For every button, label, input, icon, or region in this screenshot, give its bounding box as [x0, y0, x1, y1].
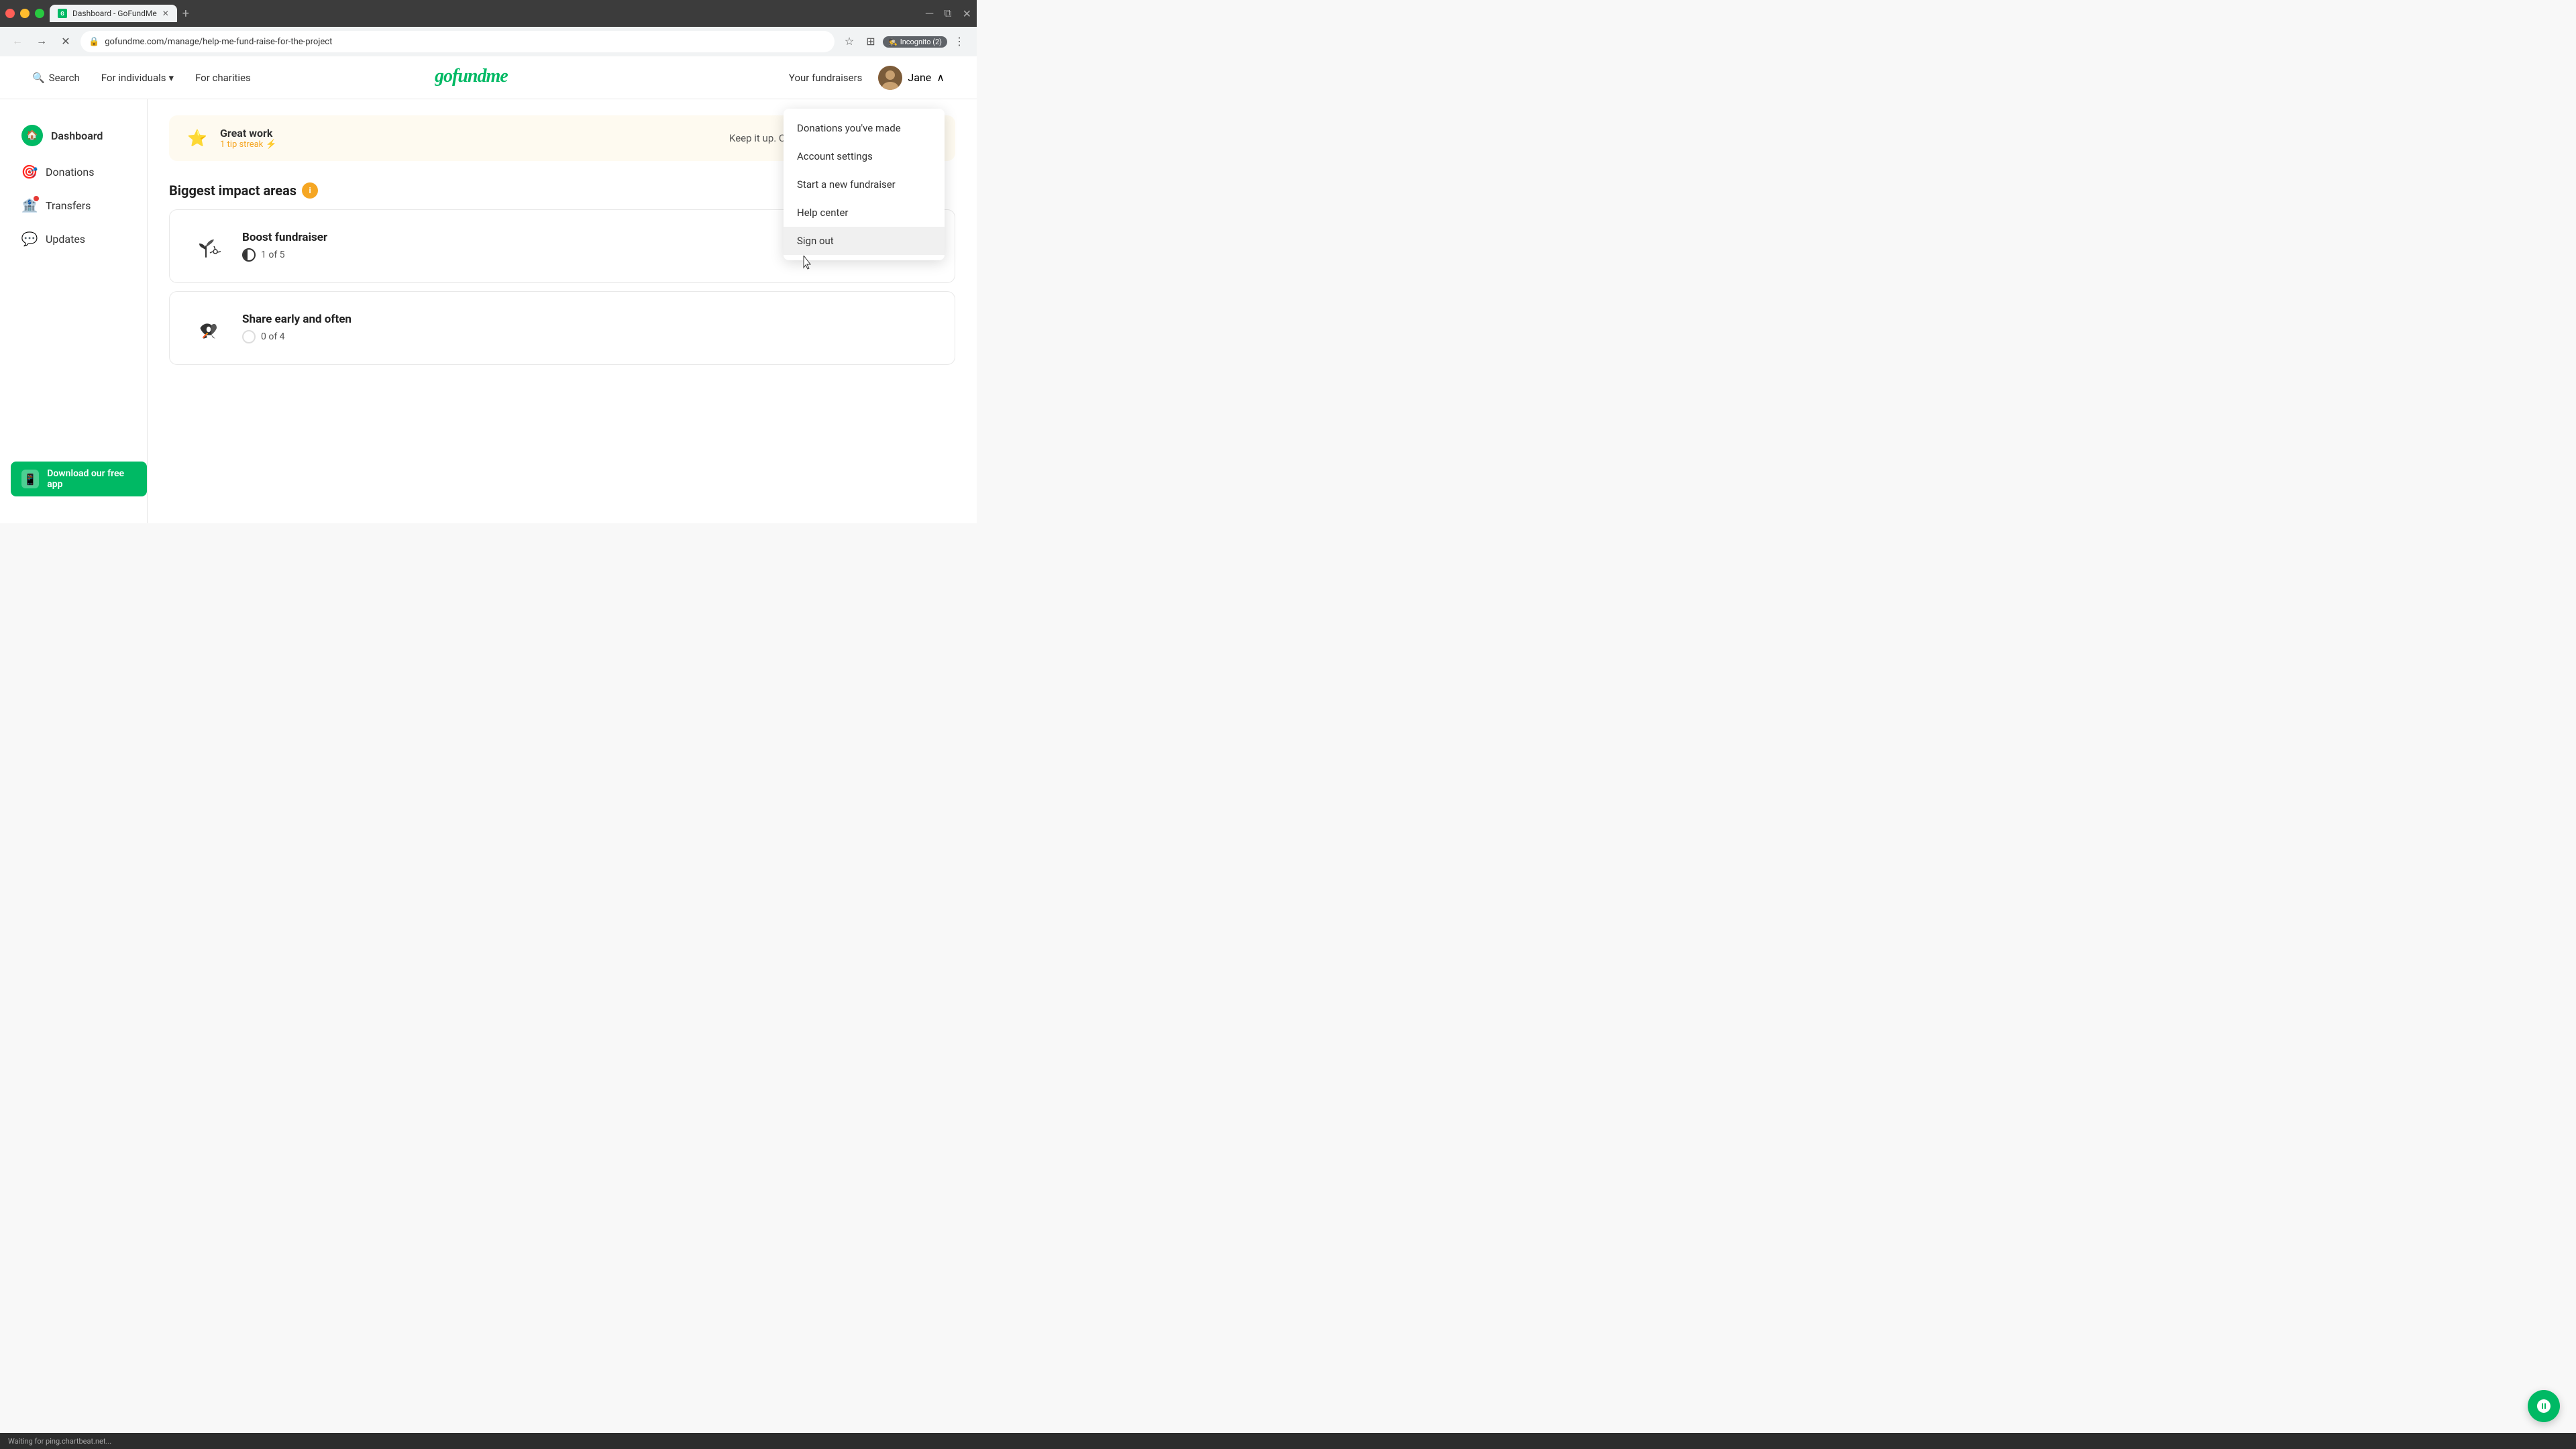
share-progress-circle: [242, 330, 256, 343]
chat-button[interactable]: [2528, 1390, 2560, 1422]
updates-icon: 💬: [21, 231, 38, 247]
forward-button[interactable]: →: [32, 32, 51, 51]
dropdown-start-fundraiser[interactable]: Start a new fundraiser: [784, 170, 945, 199]
more-options-button[interactable]: ⋮: [950, 32, 969, 51]
dropdown-sign-out-label: Sign out: [797, 235, 834, 247]
boost-info: Boost fundraiser 1 of 5: [242, 231, 327, 262]
nav-right: Your fundraisers Jane ∧ Donations you've…: [789, 66, 945, 90]
streak-lightning-icon: ⚡: [266, 140, 276, 150]
dropdown-account-settings[interactable]: Account settings: [784, 142, 945, 170]
bookmark-button[interactable]: ☆: [840, 32, 859, 51]
for-individuals-label: For individuals: [101, 72, 166, 84]
browser-chrome: G Dashboard - GoFundMe ✕ + ─ ⧉ ✕ ← → ✕ 🔒…: [0, 0, 977, 56]
site-nav: 🔍 Search For individuals ▾ For charities…: [0, 56, 977, 99]
user-name: Jane: [908, 71, 931, 84]
share-icon: [186, 308, 226, 348]
section-title-text: Biggest impact areas: [169, 182, 297, 199]
streak-count: 1 tip streak: [220, 140, 263, 150]
sidebar-item-transfers[interactable]: 🏦 Transfers: [5, 189, 142, 221]
browser-title-bar: G Dashboard - GoFundMe ✕ + ─ ⧉ ✕: [0, 0, 977, 27]
chevron-down-icon: ▾: [169, 72, 174, 84]
dropdown-help-center-label: Help center: [797, 207, 848, 219]
restore-icon[interactable]: ⧉: [944, 7, 951, 20]
boost-progress: 1 of 5: [242, 248, 327, 262]
address-bar[interactable]: 🔒 gofundme.com/manage/help-me-fund-raise…: [80, 31, 835, 52]
streak-title: Great work: [220, 127, 276, 140]
for-individuals-nav-item[interactable]: For individuals ▾: [101, 72, 174, 84]
back-button[interactable]: ←: [8, 32, 27, 51]
dropdown-help-center[interactable]: Help center: [784, 199, 945, 227]
share-progress-text: 0 of 4: [261, 331, 285, 342]
minimize-window-button[interactable]: [20, 9, 30, 18]
user-dropdown-menu: Donations you've made Account settings S…: [784, 109, 945, 260]
nav-left: 🔍 Search For individuals ▾ For charities: [32, 72, 251, 84]
dropdown-account-settings-label: Account settings: [797, 150, 873, 162]
dropdown-sign-out[interactable]: Sign out: [784, 227, 945, 255]
dropdown-donations-label: Donations you've made: [797, 122, 901, 134]
transfers-icon: 🏦: [21, 197, 38, 213]
sidebar-item-updates[interactable]: 💬 Updates: [5, 223, 142, 255]
url-text: gofundme.com/manage/help-me-fund-raise-f…: [105, 37, 332, 47]
loading-status: Waiting for ping.chartbeat.net...: [8, 1437, 111, 1446]
streak-content: Great work 1 tip streak ⚡: [220, 127, 276, 150]
your-fundraisers-link[interactable]: Your fundraisers: [789, 72, 863, 84]
close-icon[interactable]: ✕: [963, 7, 971, 20]
share-title: Share early and often: [242, 313, 352, 326]
site-logo[interactable]: gofundme: [435, 62, 542, 93]
svg-text:gofundme: gofundme: [435, 66, 508, 87]
new-tab-button[interactable]: +: [177, 7, 195, 21]
donations-icon: 🎯: [21, 164, 38, 180]
side-panel-button[interactable]: ⊞: [861, 32, 880, 51]
maximize-window-button[interactable]: [35, 9, 44, 18]
streak-subtitle: 1 tip streak ⚡: [220, 140, 276, 150]
minimize-icon[interactable]: ─: [926, 7, 933, 20]
search-label: Search: [49, 72, 80, 84]
boost-title: Boost fundraiser: [242, 231, 327, 244]
download-app-button[interactable]: 📱 Download our free app: [11, 462, 147, 496]
boost-icon: [186, 226, 226, 266]
browser-toolbar: ← → ✕ 🔒 gofundme.com/manage/help-me-fund…: [0, 27, 977, 56]
notification-dot: [34, 196, 39, 201]
search-nav-item[interactable]: 🔍 Search: [32, 72, 80, 84]
website: 🔍 Search For individuals ▾ For charities…: [0, 56, 977, 523]
toolbar-icons: ☆ ⊞ 🕵 Incognito (2) ⋮: [840, 32, 969, 51]
user-menu-button[interactable]: Jane ∧: [878, 66, 945, 90]
boost-progress-circle: [242, 248, 256, 262]
download-icon: 📱: [21, 470, 39, 488]
tab-close-button[interactable]: ✕: [162, 9, 169, 18]
impact-info-badge[interactable]: i: [302, 182, 318, 199]
close-window-button[interactable]: [5, 9, 15, 18]
sidebar-donations-label: Donations: [46, 166, 95, 178]
streak-star-icon: ⭐: [185, 126, 209, 150]
sidebar-transfers-label: Transfers: [46, 199, 91, 212]
share-progress: 0 of 4: [242, 330, 352, 343]
incognito-label: Incognito (2): [900, 38, 942, 46]
sidebar-item-donations[interactable]: 🎯 Donations: [5, 156, 142, 188]
for-charities-label: For charities: [195, 72, 251, 84]
share-info: Share early and often 0 of 4: [242, 313, 352, 343]
window-action-controls: ─ ⧉ ✕: [926, 7, 971, 20]
dropdown-start-fundraiser-label: Start a new fundraiser: [797, 178, 896, 191]
sidebar: 🏠 Dashboard 🎯 Donations 🏦 Transfers 💬 Up…: [0, 99, 148, 523]
window-controls: [5, 9, 44, 18]
avatar: [878, 66, 902, 90]
boost-progress-text: 1 of 5: [261, 250, 285, 260]
tab-title: Dashboard - GoFundMe: [72, 9, 157, 18]
sidebar-updates-label: Updates: [46, 233, 85, 246]
reload-button[interactable]: ✕: [56, 32, 75, 51]
tab-favicon: G: [58, 9, 67, 18]
search-icon: 🔍: [32, 72, 45, 84]
for-charities-nav-item[interactable]: For charities: [195, 72, 251, 84]
chevron-down-icon: ∧: [936, 71, 945, 84]
sidebar-dashboard-label: Dashboard: [51, 129, 103, 142]
impact-badge-text: i: [309, 186, 311, 195]
incognito-icon: 🕵: [888, 38, 898, 46]
incognito-badge[interactable]: 🕵 Incognito (2): [883, 36, 947, 48]
download-app-label: Download our free app: [47, 468, 136, 490]
dashboard-icon: 🏠: [21, 125, 43, 146]
dropdown-donations-made[interactable]: Donations you've made: [784, 114, 945, 142]
sidebar-item-dashboard[interactable]: 🏠 Dashboard: [5, 117, 142, 154]
status-bar: Waiting for ping.chartbeat.net...: [0, 1433, 2576, 1449]
impact-card-share[interactable]: Share early and often 0 of 4: [169, 291, 955, 365]
